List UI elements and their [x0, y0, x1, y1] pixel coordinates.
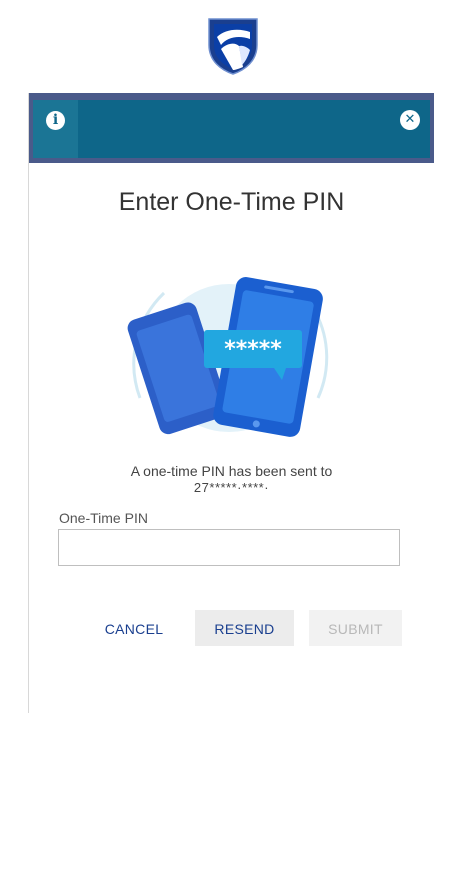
dialog-header: i ✕ [29, 93, 434, 163]
cancel-button[interactable]: CANCEL [94, 610, 174, 646]
resend-button[interactable]: RESEND [195, 610, 294, 646]
phones-otp-icon: ***** [127, 277, 329, 437]
dialog-header-bar: i ✕ [33, 100, 430, 158]
info-icon[interactable]: i [46, 111, 65, 130]
dialog-title: Enter One-Time PIN [118, 188, 345, 216]
pin-field-label: One-Time PIN [59, 510, 148, 526]
otp-dialog: i ✕ Enter One-Time PIN ***** A one-time … [28, 93, 434, 713]
info-panel: i [33, 100, 78, 158]
pin-input[interactable] [58, 529, 400, 566]
submit-button[interactable]: SUBMIT [309, 610, 402, 646]
otp-sent-message: A one-time PIN has been sent to [130, 463, 333, 479]
standard-bank-logo [208, 18, 258, 75]
masked-phone-number: 27*****·****· [193, 480, 270, 495]
bubble-text: ***** [224, 337, 282, 362]
close-icon[interactable]: ✕ [400, 110, 420, 130]
